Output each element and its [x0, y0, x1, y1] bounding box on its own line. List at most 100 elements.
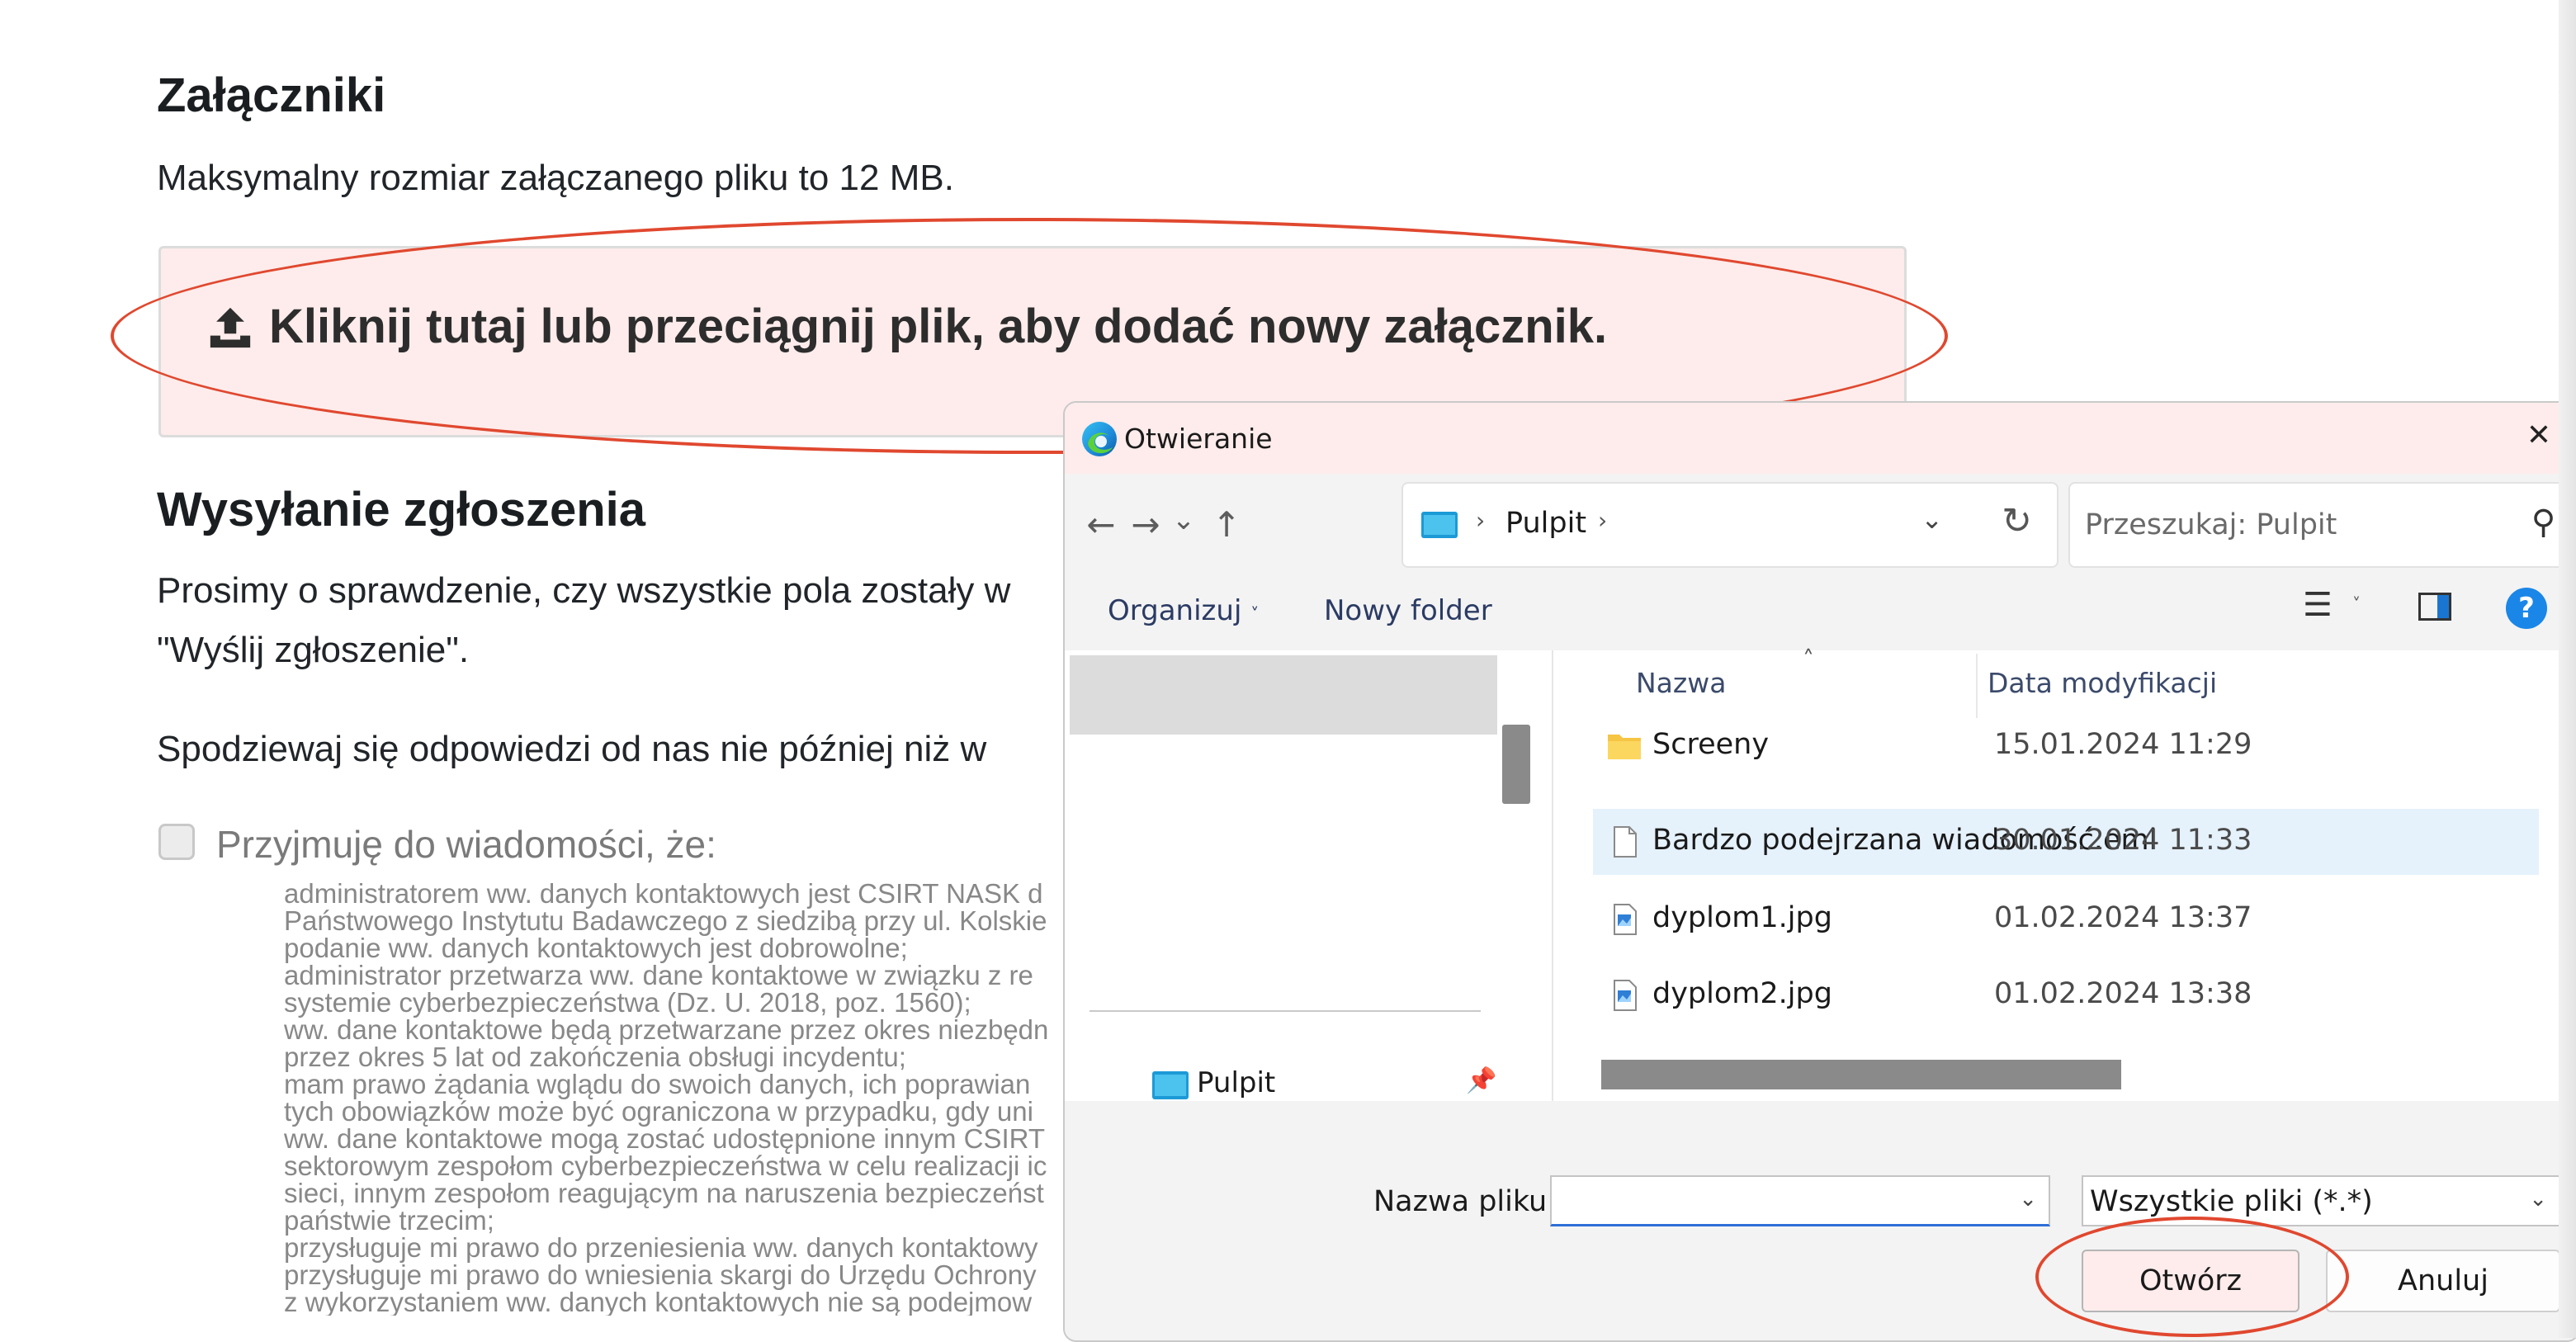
consent-line: państwie trzecim; [284, 1205, 494, 1236]
preview-pane-icon[interactable] [2418, 593, 2451, 621]
upload-icon [210, 307, 251, 348]
attachments-heading: Załączniki [157, 69, 386, 122]
desktop-folder-icon [1421, 512, 1458, 538]
nav-pane-scrollbar[interactable] [1502, 725, 1530, 804]
dropzone-label[interactable]: Kliknij tutaj lub przeciągnij plik, aby … [269, 299, 1607, 354]
consent-list-item: Państwowego Instytutu Badawczego z siedz… [284, 907, 1076, 934]
consent-list-item: sieci, innym zespołom reagującym na naru… [284, 1179, 1076, 1207]
consent-line: tych obowiązków może być ograniczona w p… [284, 1096, 1033, 1127]
sort-ascending-icon: ˄ [1803, 645, 1814, 673]
consent-line: sektorowym zespołom cyberbezpieczeństwa … [284, 1151, 1047, 1181]
recent-locations-chevron-icon[interactable]: ⌄ [1159, 495, 1208, 545]
view-list-icon[interactable]: ☰ [2303, 586, 2333, 624]
organize-menu-button[interactable]: Organizuj ˅ [1108, 594, 1259, 627]
nav-divider [1089, 1010, 1481, 1012]
consent-line: administrator przetwarza ww. dane kontak… [284, 960, 1033, 990]
consent-list-item: •administratorem ww. danych kontaktowych… [284, 880, 1076, 907]
folder-icon [1608, 735, 1641, 759]
consent-list-item: •mam prawo żądania wglądu do swoich dany… [284, 1070, 1076, 1098]
submit-heading: Wysyłanie zgłoszenia [157, 483, 646, 536]
document-icon [1614, 826, 1637, 858]
pin-icon: 📌 [1466, 1066, 1497, 1095]
image-file-icon [1614, 904, 1637, 935]
consent-line: podanie ww. danych kontaktowych jest dob… [284, 933, 908, 963]
column-header-date[interactable]: Data modyfikacji [1988, 667, 2217, 699]
consent-line: Państwowego Instytutu Badawczego z siedz… [284, 905, 1047, 936]
consent-line: systemie cyberbezpieczeństwa (Dz. U. 201… [284, 987, 971, 1018]
breadcrumb-separator: › [1476, 507, 1486, 534]
consent-line: mam prawo żądania wglądu do swoich danyc… [284, 1069, 1031, 1099]
file-date: 30.01.2024 11:33 [1994, 824, 2252, 857]
image-file-icon [1614, 980, 1637, 1011]
navigation-pane: Pulpit 📌 [1065, 650, 1552, 1101]
file-row[interactable]: Bardzo podejrzana wiadomość.eml 30.01.202… [1593, 809, 2539, 875]
file-name: dyplom1.jpg [1652, 901, 1832, 934]
consent-line: administratorem ww. danych kontaktowych … [284, 880, 1043, 909]
organize-caret-icon: ˅ [1250, 604, 1260, 624]
file-name: Screeny [1652, 728, 1770, 761]
search-placeholder: Przeszukaj: Pulpit [2085, 508, 2337, 541]
help-icon[interactable]: ? [2506, 588, 2547, 629]
consent-label[interactable]: Przyjmuję do wiadomości, że: [216, 822, 716, 867]
address-bar[interactable]: › Pulpit › ⌄ ↻ [1401, 482, 2058, 568]
breadcrumb-separator[interactable]: › [1598, 507, 1607, 534]
desktop-folder-icon [1152, 1071, 1189, 1099]
file-type-select[interactable]: Wszystkie pliki (*.*) ⌄ [2082, 1175, 2560, 1226]
consent-line: ww. dane kontaktowe będą przetwarzane pr… [284, 1014, 1049, 1045]
consent-list-item: •administrator przetwarza ww. dane konta… [284, 962, 1076, 989]
view-options-caret-icon[interactable]: ˅ [2352, 594, 2361, 614]
cancel-button[interactable]: Anuluj [2326, 1250, 2560, 1312]
consent-line: z wykorzystaniem ww. danych kontaktowych… [284, 1287, 1033, 1316]
filename-history-chevron-icon[interactable]: ⌄ [2019, 1187, 2037, 1212]
up-arrow-icon[interactable]: ↑ [1202, 500, 1251, 550]
consent-line: ww. dane kontaktowe mogą zostać udostępn… [284, 1123, 1046, 1154]
consent-list-item: państwie trzecim; [284, 1207, 1076, 1234]
consent-list-item: •z wykorzystaniem ww. danych kontaktowyc… [284, 1288, 1076, 1316]
open-button[interactable]: Otwórz [2082, 1250, 2299, 1312]
organize-label: Organizuj [1108, 594, 1242, 627]
dialog-footer: Nazwa pliku: ⌄ Wszystkie pliki (*.*) ⌄ O… [1065, 1101, 2576, 1340]
consent-checkbox[interactable] [158, 824, 195, 860]
window-edge [2559, 0, 2576, 1338]
column-separator[interactable] [1976, 654, 1978, 718]
response-time-text: Spodziewaj się odpowiedzi od nas nie póź… [157, 729, 987, 769]
consent-line: przysługuje mi prawo do przeniesienia ww… [284, 1232, 1038, 1263]
consent-list: •administratorem ww. danych kontaktowych… [284, 880, 1076, 1316]
dialog-titlebar[interactable]: Otwieranie ✕ [1065, 403, 2576, 474]
nav-item-pulpit[interactable]: Pulpit [1197, 1066, 1275, 1099]
close-button[interactable]: ✕ [2519, 416, 2559, 456]
filename-label: Nazwa pliku: [1373, 1185, 1557, 1218]
nav-item-selected[interactable] [1070, 655, 1497, 735]
file-list-horizontal-scrollbar[interactable] [1601, 1060, 2121, 1089]
refresh-icon[interactable]: ↻ [2002, 500, 2032, 542]
file-list: ˄ Nazwa Data modyfikacji Screeny 15.01.20… [1552, 645, 2576, 1101]
file-row[interactable]: dyplom2.jpg 01.02.2024 13:38 [1593, 962, 2539, 1028]
consent-line: sieci, innym zespołom reagującym na naru… [284, 1178, 1044, 1208]
consent-line: przysługuje mi prawo do wniesienia skarg… [284, 1259, 1037, 1290]
submit-text-line1: Prosimy o sprawdzenie, czy wszystkie pol… [157, 570, 1011, 611]
address-history-chevron-icon[interactable]: ⌄ [1921, 503, 1943, 535]
max-size-text: Maksymalny rozmiar załączanego pliku to … [157, 158, 954, 198]
file-row[interactable]: Screeny 15.01.2024 11:29 [1593, 713, 2539, 779]
dialog-title: Otwieranie [1124, 423, 1273, 455]
consent-list-item: •podanie ww. danych kontaktowych jest do… [284, 934, 1076, 962]
search-icon: ⚲ [2531, 503, 2555, 541]
file-row[interactable]: dyplom1.jpg 01.02.2024 13:37 [1593, 886, 2539, 952]
open-file-dialog: Otwieranie ✕ ← → ⌄ ↑ › Pulpit › ⌄ ↻ Prze… [1063, 401, 2576, 1342]
breadcrumb-pulpit[interactable]: Pulpit [1505, 507, 1586, 540]
file-date: 15.01.2024 11:29 [1994, 728, 2252, 761]
filename-input[interactable]: ⌄ [1550, 1175, 2050, 1226]
column-header-name[interactable]: Nazwa [1636, 667, 1726, 699]
consent-list-item: sektorowym zespołom cyberbezpieczeństwa … [284, 1152, 1076, 1179]
back-arrow-icon[interactable]: ← [1076, 500, 1126, 550]
file-date: 01.02.2024 13:38 [1994, 977, 2252, 1010]
consent-list-item: systemie cyberbezpieczeństwa (Dz. U. 201… [284, 989, 1076, 1016]
search-input[interactable]: Przeszukaj: Pulpit ⚲ [2068, 482, 2572, 568]
file-name: dyplom2.jpg [1652, 977, 1832, 1010]
dialog-toolbar: Organizuj ˅ Nowy folder ☰ ˅ ? [1065, 576, 2576, 642]
consent-list-item: •ww. dane kontaktowe mogą zostać udostęp… [284, 1125, 1076, 1152]
new-folder-button[interactable]: Nowy folder [1324, 594, 1492, 627]
file-type-value: Wszystkie pliki (*.*) [2090, 1185, 2373, 1218]
consent-list-item: przez okres 5 lat od zakończenia obsługi… [284, 1043, 1076, 1070]
consent-line: przez okres 5 lat od zakończenia obsługi… [284, 1042, 906, 1072]
